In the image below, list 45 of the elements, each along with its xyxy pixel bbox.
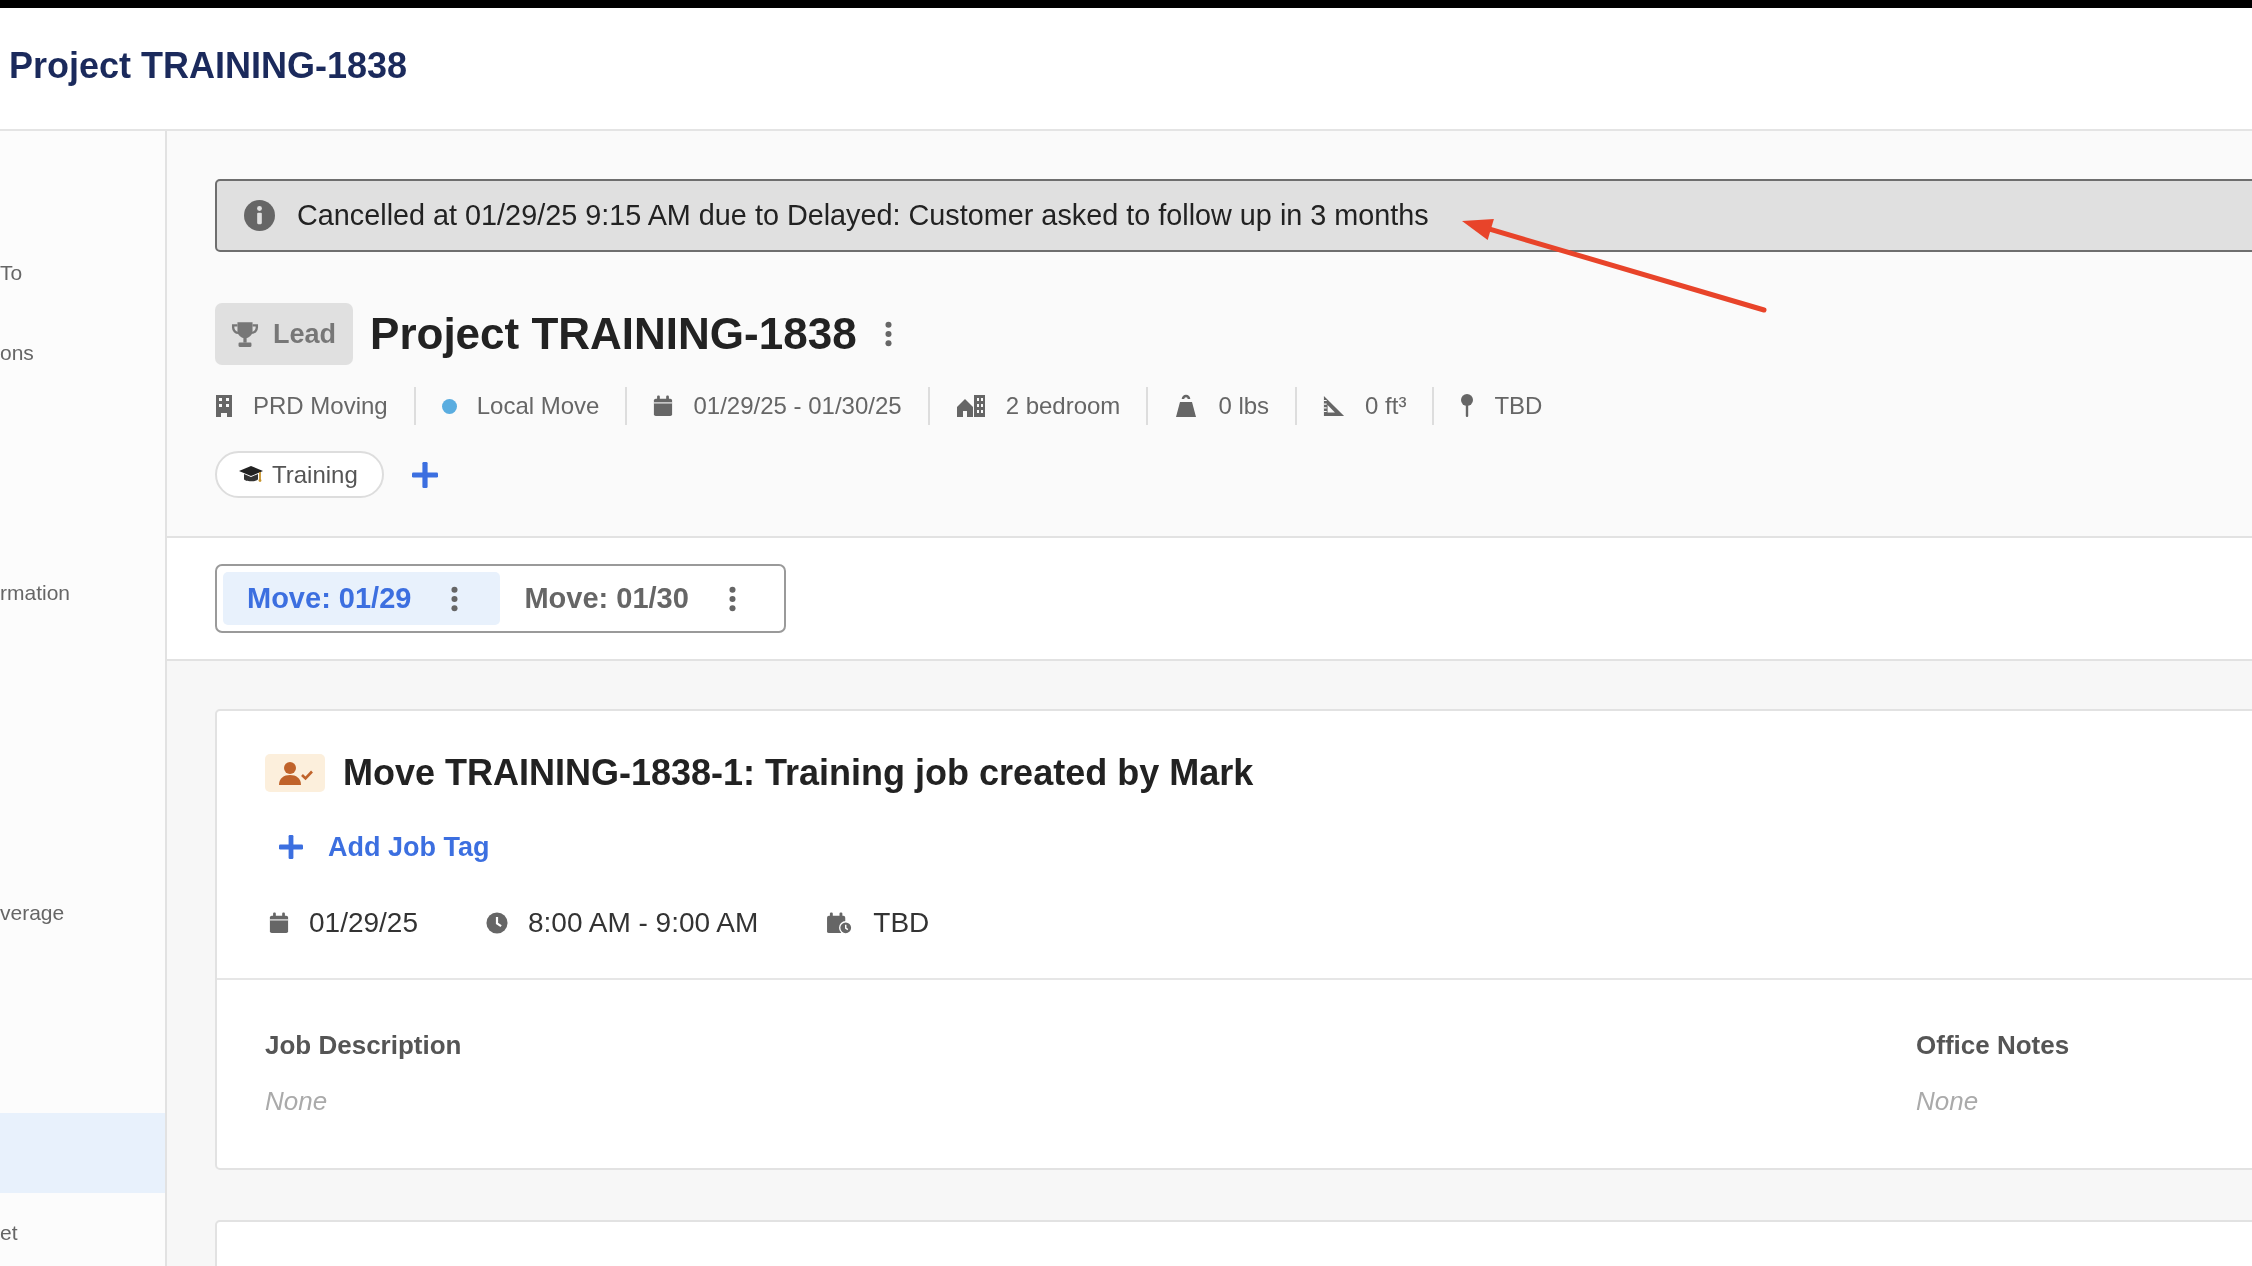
- notice-text: Cancelled at 01/29/25 9:15 AM due to Delayed: Customer asked to follow up in 3 months: [297, 199, 1429, 232]
- home-size: 2 bedroom: [1005, 392, 1121, 420]
- building-icon: [215, 394, 233, 418]
- kebab-menu-icon[interactable]: [884, 321, 892, 347]
- volume-value: 0 ft³: [1365, 392, 1407, 420]
- weight-value: 0 lbs: [1218, 392, 1270, 420]
- location-value: TBD: [1494, 392, 1543, 420]
- calendar-icon: [269, 912, 289, 934]
- add-job-tag-button[interactable]: Add Job Tag: [279, 827, 490, 867]
- sidebar-item[interactable]: rmation: [0, 553, 165, 633]
- move-type-label: Local Move: [476, 392, 600, 420]
- sidebar-item[interactable]: et: [0, 1193, 165, 1266]
- section-heading: Job Description: [265, 1029, 463, 1061]
- calendar-icon: [653, 395, 674, 417]
- clock-icon: [486, 912, 508, 934]
- project-title: Project TRAINING-1838: [370, 308, 857, 360]
- sidebar-item[interactable]: verage: [0, 873, 165, 953]
- calendar-clock-icon: [826, 911, 854, 935]
- graduation-cap-icon: [239, 464, 263, 485]
- weight-icon: [1174, 394, 1199, 418]
- person-check-icon: [265, 754, 325, 792]
- status-text: Lead: [273, 318, 337, 350]
- section-value: None: [1916, 1085, 1980, 1117]
- section-heading: Office Notes: [1916, 1029, 2071, 1061]
- date-range: 01/29/25 - 01/30/25: [693, 392, 902, 420]
- move-tab[interactable]: Move: 01/29: [223, 572, 501, 625]
- company-name: PRD Moving: [253, 392, 388, 420]
- kebab-menu-icon[interactable]: [451, 585, 459, 612]
- job-title: Move TRAINING-1838-1: Training job created by Mark: [343, 751, 1254, 795]
- add-tag-plus-icon[interactable]: [411, 461, 438, 488]
- job-time: 8:00 AM - 9:00 AM: [528, 907, 759, 939]
- arrival-window: TBD: [873, 907, 930, 939]
- tag-chip[interactable]: Training: [215, 451, 384, 498]
- info-icon: [244, 200, 275, 231]
- sidebar-item[interactable]: ons: [0, 313, 165, 393]
- page-title: Project TRAINING-1838: [8, 44, 409, 88]
- house-building-icon: [955, 394, 986, 418]
- trophy-icon: [231, 321, 259, 347]
- pin-icon: [1460, 394, 1475, 418]
- job-date: 01/29/25: [309, 907, 418, 939]
- plus-icon: [279, 835, 303, 859]
- sidebar-item[interactable]: To: [0, 233, 165, 313]
- kebab-menu-icon[interactable]: [728, 585, 736, 612]
- section-value: None: [265, 1085, 329, 1117]
- move-tab[interactable]: Move: 01/30: [500, 572, 778, 625]
